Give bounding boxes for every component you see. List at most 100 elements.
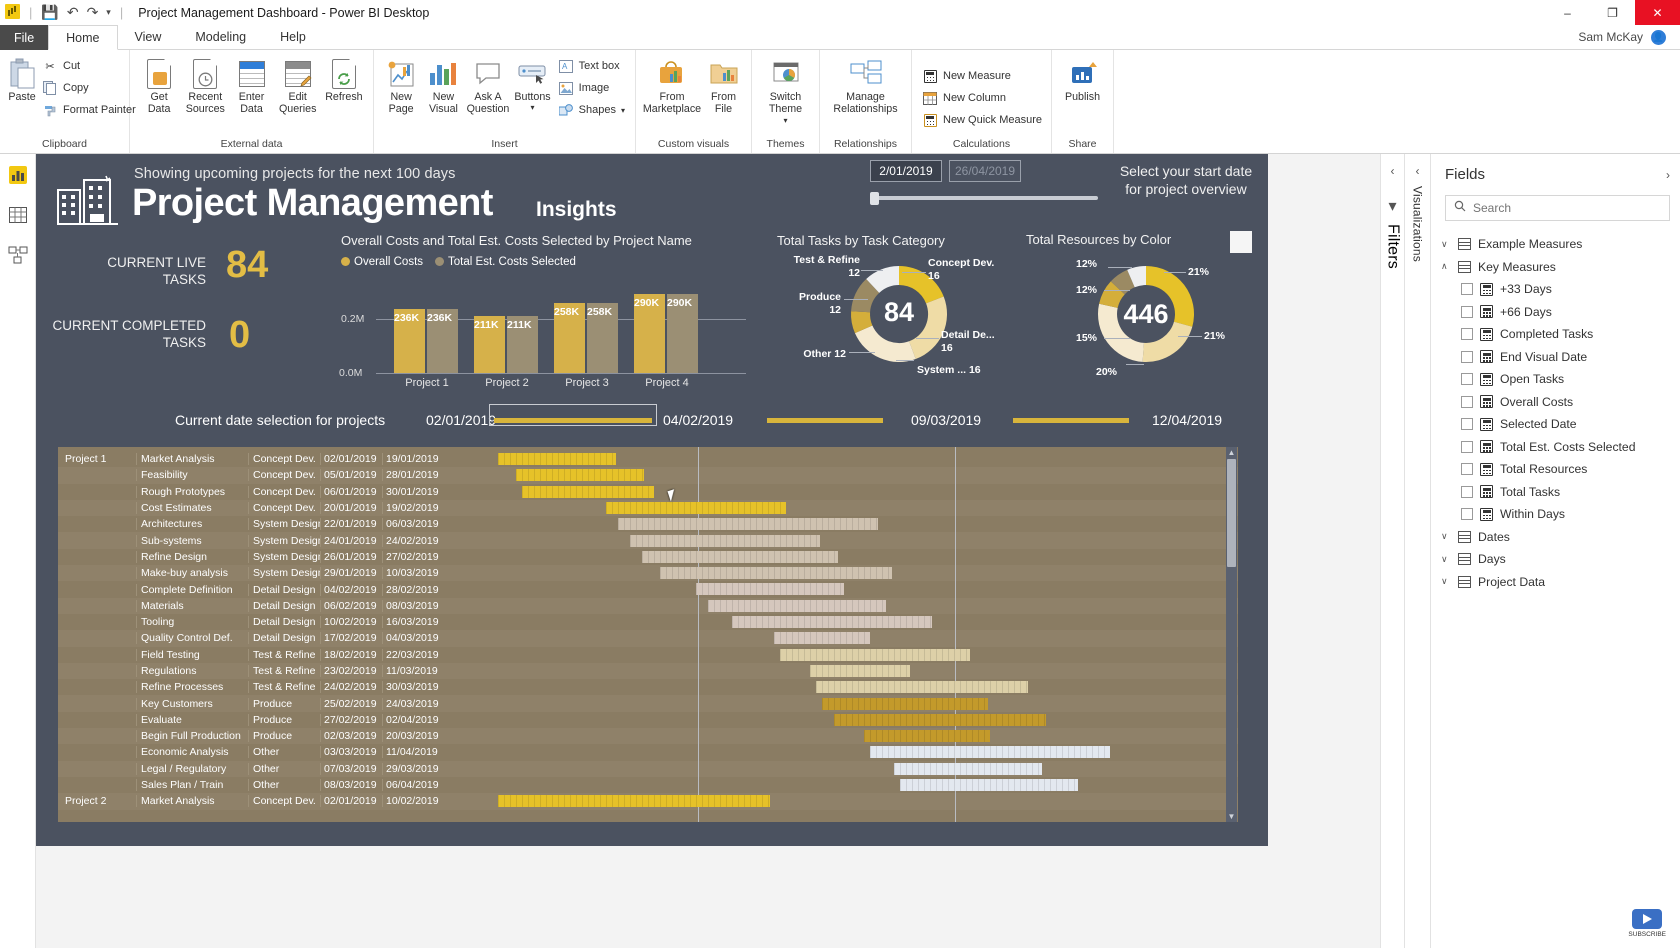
field-item[interactable]: Total Est. Costs Selected — [1431, 436, 1680, 459]
chevron-down-icon[interactable]: ∨ — [1441, 531, 1451, 542]
field-table-node[interactable]: ∧ Key Measures — [1431, 256, 1680, 279]
field-checkbox[interactable] — [1461, 350, 1473, 363]
field-item[interactable]: Selected Date — [1431, 413, 1680, 436]
tab-view[interactable]: View — [117, 25, 179, 50]
field-table-node[interactable]: ∨ Project Data — [1431, 571, 1680, 594]
gantt-bar[interactable] — [516, 469, 644, 482]
field-checkbox[interactable] — [1461, 463, 1473, 476]
gantt-bar[interactable] — [696, 583, 844, 596]
tab-file[interactable]: File — [0, 25, 49, 50]
field-checkbox[interactable] — [1461, 508, 1473, 521]
gantt-bar[interactable] — [660, 567, 892, 580]
table-row[interactable]: Evaluate Produce 27/02/2019 02/04/2019 — [58, 712, 1238, 728]
new-visual-button[interactable]: New Visual — [422, 54, 464, 119]
scroll-down-icon[interactable]: ▼ — [1226, 811, 1237, 822]
ask-question-button[interactable]: Ask A Question — [465, 54, 512, 119]
table-row[interactable]: Materials Detail Design 06/02/2019 08/03/20… — [58, 597, 1238, 614]
field-checkbox[interactable] — [1461, 283, 1473, 296]
gantt-bar[interactable] — [708, 599, 886, 612]
gantt-bar[interactable] — [498, 795, 770, 808]
avatar[interactable]: 👤 — [1651, 29, 1666, 45]
switch-theme-chevron-down-icon[interactable]: ▾ — [783, 116, 787, 125]
subscribe-badge[interactable]: SUBSCRIBE — [1628, 909, 1666, 938]
new-measure-button[interactable]: New Measure — [918, 66, 1046, 86]
table-row[interactable]: Make-buy analysis System Design 29/01/2019… — [58, 565, 1238, 582]
shapes-button[interactable]: Shapes ▾ — [554, 100, 629, 120]
tab-help[interactable]: Help — [263, 25, 323, 50]
report-view-icon[interactable] — [7, 164, 29, 186]
gantt-bar[interactable] — [864, 730, 990, 743]
legend-item-total-est-costs[interactable]: Total Est. Costs Selected — [435, 256, 576, 268]
undo-icon[interactable]: ↶ — [63, 4, 83, 21]
gantt-scrollbar[interactable]: ▲ ▼ — [1226, 447, 1237, 822]
field-table-node[interactable]: ∨ Example Measures — [1431, 233, 1680, 256]
tab-modeling[interactable]: Modeling — [178, 25, 264, 50]
copy-button[interactable]: Copy — [38, 78, 140, 98]
field-checkbox[interactable] — [1461, 418, 1473, 431]
table-row[interactable]: Refine Processes Test & Refine 24/02/2019 3… — [58, 679, 1238, 695]
switch-theme-button[interactable]: Switch Theme ▾ — [759, 54, 813, 128]
buttons-button[interactable]: Buttons ▾ — [511, 54, 553, 115]
field-item[interactable]: Total Tasks — [1431, 481, 1680, 504]
quick-access-chevron-down-icon[interactable]: ▾ — [102, 7, 115, 18]
table-row[interactable]: Quality Control Def. Detail Design 17/02/2… — [58, 630, 1238, 647]
gantt-bar[interactable] — [822, 697, 988, 710]
buttons-chevron-down-icon[interactable]: ▾ — [531, 103, 535, 112]
slicer-handle[interactable] — [870, 192, 879, 205]
fields-search[interactable] — [1445, 195, 1670, 221]
minimize-button[interactable]: – — [1545, 0, 1590, 25]
gantt-bar[interactable] — [870, 746, 1110, 759]
gantt-bar[interactable] — [498, 453, 616, 465]
slicer-start-date[interactable]: 2/01/2019 — [870, 160, 942, 182]
redo-icon[interactable]: ↷ — [83, 4, 103, 21]
from-file-button[interactable]: From File — [702, 54, 745, 119]
gantt-bar[interactable] — [810, 664, 910, 677]
fields-collapse-chevron-right-icon[interactable]: › — [1666, 168, 1670, 182]
format-painter-button[interactable]: Format Painter — [38, 100, 140, 120]
field-checkbox[interactable] — [1461, 440, 1473, 453]
table-row[interactable]: Tooling Detail Design 10/02/2019 16/03/2019 — [58, 614, 1238, 630]
field-table-node[interactable]: ∨ Dates — [1431, 526, 1680, 549]
from-marketplace-button[interactable]: From Marketplace — [642, 54, 702, 119]
field-item[interactable]: +33 Days — [1431, 278, 1680, 301]
gantt-bar[interactable] — [816, 681, 1028, 694]
gantt-bar[interactable] — [732, 616, 932, 628]
gantt-bar[interactable] — [522, 485, 654, 498]
field-table-node[interactable]: ∨ Days — [1431, 548, 1680, 571]
publish-button[interactable]: Publish — [1058, 54, 1107, 106]
chevron-up-icon[interactable]: ∧ — [1441, 261, 1451, 272]
gantt-bar[interactable] — [606, 501, 786, 514]
gantt-bar[interactable] — [894, 762, 1042, 775]
field-checkbox[interactable] — [1461, 373, 1473, 386]
timeline-bar-1[interactable] — [494, 418, 652, 423]
gantt-bar[interactable] — [642, 550, 838, 563]
timeline-bar-3[interactable] — [1013, 418, 1129, 423]
field-checkbox[interactable] — [1461, 395, 1473, 408]
edit-queries-button[interactable]: Edit Queries — [275, 54, 321, 119]
refresh-button[interactable]: Refresh — [321, 54, 367, 106]
text-box-button[interactable]: A Text box — [554, 56, 629, 76]
search-input[interactable] — [1473, 201, 1661, 215]
model-view-icon[interactable] — [7, 244, 29, 266]
gantt-visual[interactable]: Project 1 Market Analysis Concept Dev. 02/0… — [58, 447, 1238, 822]
manage-relationships-button[interactable]: Manage Relationships — [826, 54, 905, 119]
table-row[interactable]: Key Customers Produce 25/02/2019 24/03/2019 — [58, 695, 1238, 712]
table-row[interactable]: Legal / Regulatory Other 07/03/2019 29/03/2… — [58, 760, 1238, 777]
chevron-down-icon[interactable]: ∨ — [1441, 239, 1451, 250]
field-item[interactable]: End Visual Date — [1431, 346, 1680, 369]
save-icon[interactable]: 💾 — [37, 4, 62, 21]
visualizations-collapse-chevron-left-icon[interactable]: ‹ — [1416, 164, 1420, 178]
table-row[interactable]: Begin Full Production Produce 02/03/2019 20… — [58, 728, 1238, 745]
table-row[interactable]: Complete Definition Detail Design 04/02/20… — [58, 581, 1238, 597]
gantt-bar[interactable] — [834, 713, 1046, 726]
chevron-down-icon[interactable]: ∨ — [1441, 554, 1451, 565]
visualizations-pane-collapsed[interactable]: ‹ Visualizations — [1404, 154, 1430, 948]
field-item[interactable]: +66 Days — [1431, 301, 1680, 324]
field-item[interactable]: Total Resources — [1431, 458, 1680, 481]
gantt-bar[interactable] — [630, 534, 820, 547]
blank-visual-tile[interactable] — [1230, 231, 1252, 253]
shapes-chevron-down-icon[interactable]: ▾ — [621, 106, 625, 115]
new-page-button[interactable]: New Page — [380, 54, 422, 119]
slicer-track[interactable] — [872, 196, 1098, 200]
close-button[interactable]: ✕ — [1635, 0, 1680, 25]
